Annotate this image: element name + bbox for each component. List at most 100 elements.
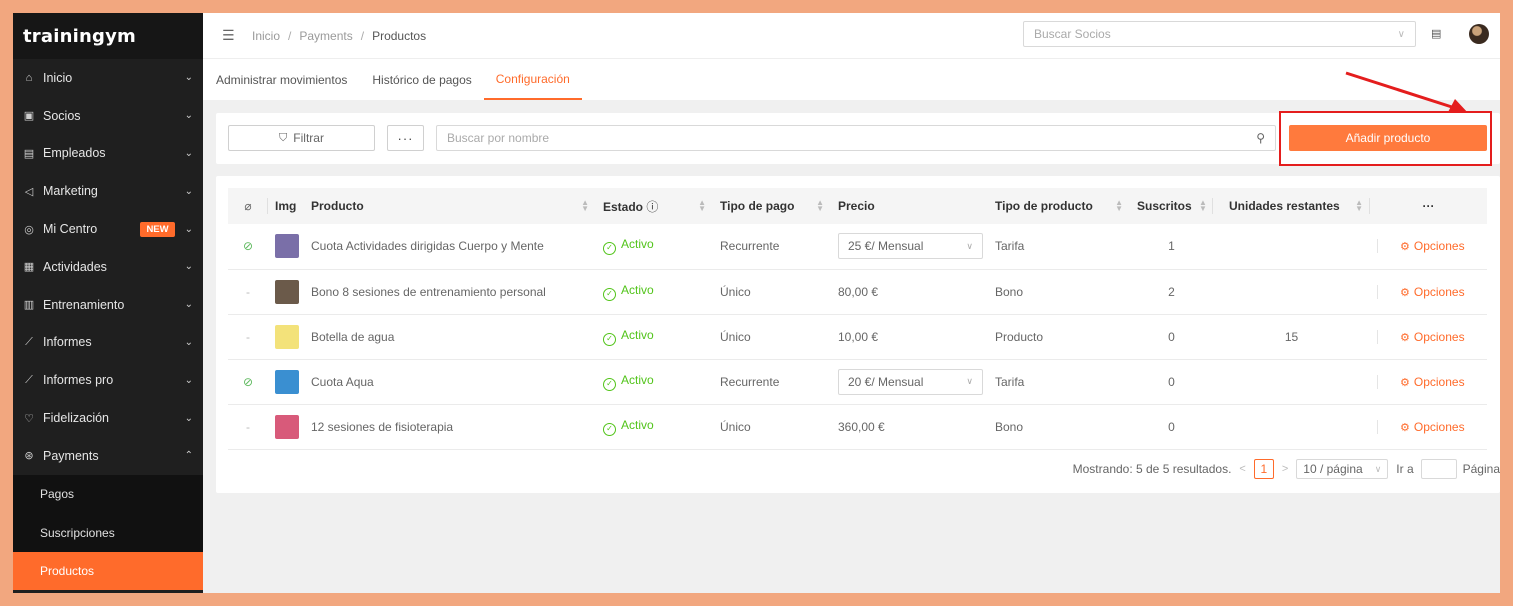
price-select[interactable]: 25 €/ Mensual ∨ bbox=[838, 233, 983, 260]
options-button[interactable]: ⚙ Opciones bbox=[1377, 284, 1465, 299]
sidebar-item-fidelizacion[interactable]: ♡ Fidelización ⌄ bbox=[13, 399, 203, 437]
tab-historico-pagos[interactable]: Histórico de pagos bbox=[372, 59, 484, 100]
payment-type: Recurrente bbox=[713, 359, 831, 405]
search-name-input[interactable]: Buscar por nombre ⚲ bbox=[436, 125, 1276, 151]
breadcrumb-payments[interactable]: Payments bbox=[299, 29, 352, 43]
product-thumbnail bbox=[275, 414, 299, 439]
tab-administrar-movimientos[interactable]: Administrar movimientos bbox=[216, 59, 360, 100]
options-button[interactable]: ⚙ Opciones bbox=[1377, 419, 1465, 434]
options-label: Opciones bbox=[1413, 374, 1465, 389]
location-icon: ◎ bbox=[24, 223, 34, 236]
page-1-button[interactable]: 1 bbox=[1253, 459, 1274, 479]
chevron-down-icon: ∨ bbox=[1374, 463, 1382, 474]
sort-icon: ▲ ▼ bbox=[1199, 198, 1207, 213]
sidebar-subitem-suscripciones[interactable]: Suscripciones bbox=[13, 513, 203, 552]
page-size-value: 10 / página bbox=[1303, 462, 1363, 476]
header-producto[interactable]: Producto ▲ ▼ bbox=[304, 188, 596, 224]
sidebar-item-mi-centro[interactable]: ◎ Mi Centro NEW ⌄ bbox=[13, 210, 203, 248]
link-cell: ⊘ bbox=[228, 359, 268, 405]
prev-page-icon[interactable]: < bbox=[1239, 463, 1245, 475]
sidebar-item-empleados[interactable]: ▤ Empleados ⌄ bbox=[13, 135, 203, 173]
options-button[interactable]: ⚙ Opciones bbox=[1377, 239, 1465, 254]
header-estado-label: Estado bbox=[603, 199, 644, 214]
more-options-button[interactable]: ··· bbox=[387, 125, 424, 151]
options-button[interactable]: ⚙ Opciones bbox=[1377, 374, 1465, 389]
header-estado[interactable]: Estado ⓘ ▲ ▼ bbox=[596, 188, 713, 224]
funnel-icon: ⛉ bbox=[279, 131, 288, 144]
thumb-cell bbox=[268, 404, 304, 450]
options-button[interactable]: ⚙ Opciones bbox=[1377, 329, 1465, 344]
header-suscritos[interactable]: Suscritos ▲ ▼ bbox=[1130, 188, 1213, 224]
next-page-icon[interactable]: > bbox=[1282, 463, 1288, 475]
options-cell: ⚙ Opciones bbox=[1370, 224, 1487, 270]
breadcrumb-inicio[interactable]: Inicio bbox=[252, 29, 280, 43]
search-socios-select[interactable]: Buscar Socios ∨ bbox=[1023, 21, 1416, 47]
goto-page-input[interactable] bbox=[1420, 459, 1457, 479]
chevron-down-icon: ∨ bbox=[966, 240, 973, 251]
price-cell[interactable]: 25 €/ Mensual ∨ bbox=[831, 224, 988, 270]
chevron-down-icon: ⌄ bbox=[184, 261, 193, 273]
member-card-icon: ▣ bbox=[23, 110, 35, 123]
search-name-placeholder: Buscar por nombre bbox=[447, 131, 550, 145]
status-cell: ✓ Activo bbox=[596, 314, 713, 360]
avatar[interactable] bbox=[1469, 24, 1489, 44]
sidebar-item-marketing[interactable]: ◁ Marketing ⌄ bbox=[13, 172, 203, 210]
options-cell: ⚙ Opciones bbox=[1370, 359, 1487, 405]
search-socios-placeholder: Buscar Socios bbox=[1034, 27, 1111, 41]
header-tipo-producto[interactable]: Tipo de producto ▲ ▼ bbox=[988, 188, 1130, 224]
gear-icon: ⚙ bbox=[1400, 421, 1410, 434]
price-cell[interactable]: 20 €/ Mensual ∨ bbox=[831, 359, 988, 405]
tab-configuracion[interactable]: Configuración bbox=[483, 59, 582, 100]
header-img: Img bbox=[268, 188, 304, 224]
sidebar: trainingym ⌂ Inicio ⌄ ▣ Socios ⌄ ▤ Empleados ⌄ ◁ M… bbox=[13, 13, 203, 593]
header-link: ⌀ bbox=[228, 188, 268, 224]
sidebar-item-label: Fidelización bbox=[43, 411, 110, 426]
payments-subnav: Pagos Suscripciones Productos bbox=[13, 474, 203, 591]
table-row: - Botella de agua ✓ Activo Único 10,00 € … bbox=[228, 314, 1487, 360]
header-producto-label: Producto bbox=[311, 199, 364, 213]
sidebar-item-inicio[interactable]: ⌂ Inicio ⌄ bbox=[13, 59, 203, 97]
sidebar-subitem-productos[interactable]: Productos bbox=[13, 551, 203, 591]
info-icon[interactable]: ⓘ bbox=[646, 200, 658, 214]
sidebar-item-informes[interactable]: ⟋ Informes ⌄ bbox=[13, 324, 203, 362]
gear-icon: ⚙ bbox=[1400, 331, 1410, 344]
filter-button[interactable]: ⛉ Filtrar bbox=[228, 125, 375, 151]
units-remaining bbox=[1213, 224, 1370, 270]
price-select[interactable]: 20 €/ Mensual ∨ bbox=[838, 368, 983, 395]
sidebar-item-payments[interactable]: ⊛ Payments ⌃ bbox=[13, 437, 203, 475]
header-suscritos-label: Suscritos bbox=[1137, 199, 1192, 213]
pagination: Mostrando: 5 de 5 resultados. < 1 > 10 /… bbox=[1073, 459, 1500, 479]
sidebar-item-socios[interactable]: ▣ Socios ⌄ bbox=[13, 97, 203, 135]
check-circle-icon: ⊘ bbox=[242, 239, 254, 254]
product-name: Cuota Aqua bbox=[304, 359, 596, 405]
price-cell: 360,00 € bbox=[831, 404, 988, 450]
sidebar-item-informes-pro[interactable]: ⟋ Informes pro ⌄ bbox=[13, 361, 203, 399]
sort-icon: ▲ ▼ bbox=[698, 198, 706, 213]
page-size-select[interactable]: 10 / página ∨ bbox=[1296, 459, 1389, 479]
status-text: Activo bbox=[621, 417, 654, 432]
sidebar-item-label: Mi Centro bbox=[43, 222, 98, 237]
header-unidades[interactable]: Unidades restantes ▲ ▼ bbox=[1213, 188, 1370, 224]
thumb-cell bbox=[268, 269, 304, 315]
calendar-icon[interactable]: ▤ bbox=[1431, 27, 1441, 40]
search-icon: ⚲ bbox=[1256, 131, 1265, 145]
gear-icon: ⚙ bbox=[1400, 241, 1410, 254]
units-remaining: 15 bbox=[1213, 314, 1370, 360]
sidebar-item-actividades[interactable]: ▦ Actividades ⌄ bbox=[13, 248, 203, 286]
chart-line-icon: ⟋ bbox=[25, 335, 33, 348]
header-tipo-pago[interactable]: Tipo de pago ▲ ▼ bbox=[713, 188, 831, 224]
table-row: - 12 sesiones de fisioterapia ✓ Activo Ún… bbox=[228, 404, 1487, 450]
product-name: 12 sesiones de fisioterapia bbox=[304, 404, 596, 450]
header-unidades-label: Unidades restantes bbox=[1229, 199, 1340, 213]
subscribers-count: 1 bbox=[1130, 224, 1213, 270]
menu-collapse-icon[interactable]: ☰ bbox=[222, 27, 236, 44]
status-text: Activo bbox=[621, 372, 654, 387]
status-cell: ✓ Activo bbox=[596, 269, 713, 315]
sidebar-item-entrenamiento[interactable]: ▥ Entrenamiento ⌄ bbox=[13, 286, 203, 324]
sidebar-subitem-pagos[interactable]: Pagos bbox=[13, 475, 203, 514]
sort-icon: ▲ ▼ bbox=[816, 198, 824, 213]
header-more-button[interactable]: ··· bbox=[1370, 188, 1487, 224]
link-cell: - bbox=[228, 269, 268, 315]
dash-icon: - bbox=[246, 419, 250, 434]
sidebar-item-label: Payments bbox=[43, 448, 99, 463]
